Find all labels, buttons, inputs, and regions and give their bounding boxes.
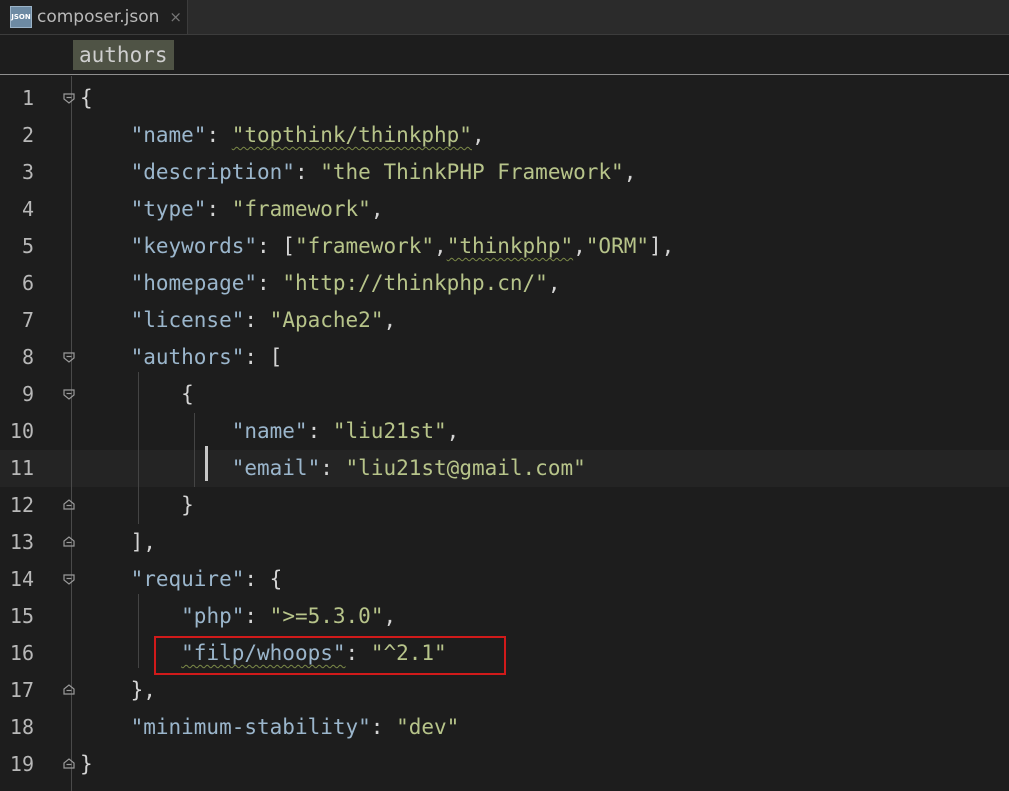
fold-close-icon[interactable] [62,757,76,771]
line-number: 18 [9,715,34,739]
code-line: 13 ], [0,524,1009,561]
json-array-value: "framework" [294,234,435,258]
fold-open-icon[interactable] [62,387,76,401]
fold-open-icon[interactable] [62,572,76,586]
json-key: "type" [130,197,207,221]
line-number: 19 [9,752,34,776]
fold-close-icon[interactable] [62,535,76,549]
code-line: 19 } [0,746,1009,783]
line-number: 17 [9,678,34,702]
code-line: 4 "type": "framework", [0,191,1009,228]
code-line: 10 "name": "liu21st", [0,413,1009,450]
json-key: "minimum-stability" [130,715,371,739]
line-number: 13 [9,530,34,554]
json-key: "keywords" [130,234,258,258]
json-value: "the ThinkPHP Framework" [320,160,624,184]
json-value: "liu21st" [332,419,447,443]
tab-bar: JSON composer.json × [0,0,1009,35]
json-key: "require" [130,567,245,591]
code-editor[interactable]: 1 { 2 "name": "topthink/thinkphp", 3 "de… [0,76,1009,791]
json-file-icon: JSON [10,6,32,28]
json-key: "name" [231,419,308,443]
code-line: 15 "php": ">=5.3.0", [0,598,1009,635]
line-number: 15 [9,604,34,628]
code-line: 14 "require": { [0,561,1009,598]
line-number: 11 [9,456,34,480]
json-key: "php" [181,604,245,628]
fold-open-icon[interactable] [62,91,76,105]
code-line: 8 "authors": [ [0,339,1009,376]
line-number: 6 [21,271,34,295]
code-line: 18 "minimum-stability": "dev" [0,709,1009,746]
line-number: 9 [21,382,34,406]
code-line: 2 "name": "topthink/thinkphp", [0,117,1009,154]
json-key: "name" [130,123,207,147]
fold-open-icon[interactable] [62,350,76,364]
line-number: 1 [21,86,34,110]
json-value: ">=5.3.0" [269,604,384,628]
code-line: 12 } [0,487,1009,524]
code-line-current: 11 "email": "liu21st@gmail.com" [0,450,1009,487]
line-number: 10 [9,419,34,443]
json-value: "liu21st@gmail.com" [345,456,586,480]
breadcrumb-bar: authors [0,35,1009,75]
close-icon[interactable]: × [169,8,182,26]
code-line: 1 { [0,80,1009,117]
tab-composer-json[interactable]: JSON composer.json × [0,0,188,34]
line-number: 8 [21,345,34,369]
fold-close-icon[interactable] [62,683,76,697]
json-key: "description" [130,160,295,184]
line-number: 14 [9,567,34,591]
json-array-value: "thinkphp" [446,234,574,258]
json-value: "Apache2" [269,308,384,332]
line-number: 3 [21,160,34,184]
line-number: 5 [21,234,34,258]
annotation-highlight-box [154,636,506,675]
tab-label: composer.json [37,7,160,27]
code-line: 3 "description": "the ThinkPHP Framework… [0,154,1009,191]
json-key: "license" [130,308,245,332]
fold-close-icon[interactable] [62,498,76,512]
json-value: "framework" [231,197,371,221]
code-line: 7 "license": "Apache2", [0,302,1009,339]
line-number: 2 [21,123,34,147]
line-number: 12 [9,493,34,517]
breadcrumb[interactable]: authors [73,40,174,70]
line-number: 4 [21,197,34,221]
json-key: "email" [231,456,321,480]
code-line: 17 }, [0,672,1009,709]
json-value: "dev" [396,715,460,739]
json-key: "authors" [130,345,245,369]
code-line: 9 { [0,376,1009,413]
json-value: "topthink/thinkphp" [231,123,472,147]
json-value: "http://thinkphp.cn/" [282,271,548,295]
code-line: 5 "keywords": ["framework","thinkphp","O… [0,228,1009,265]
line-number: 16 [9,641,34,665]
line-number: 7 [21,308,34,332]
code-line: 6 "homepage": "http://thinkphp.cn/", [0,265,1009,302]
json-array-value: "ORM" [585,234,649,258]
json-key: "homepage" [130,271,258,295]
